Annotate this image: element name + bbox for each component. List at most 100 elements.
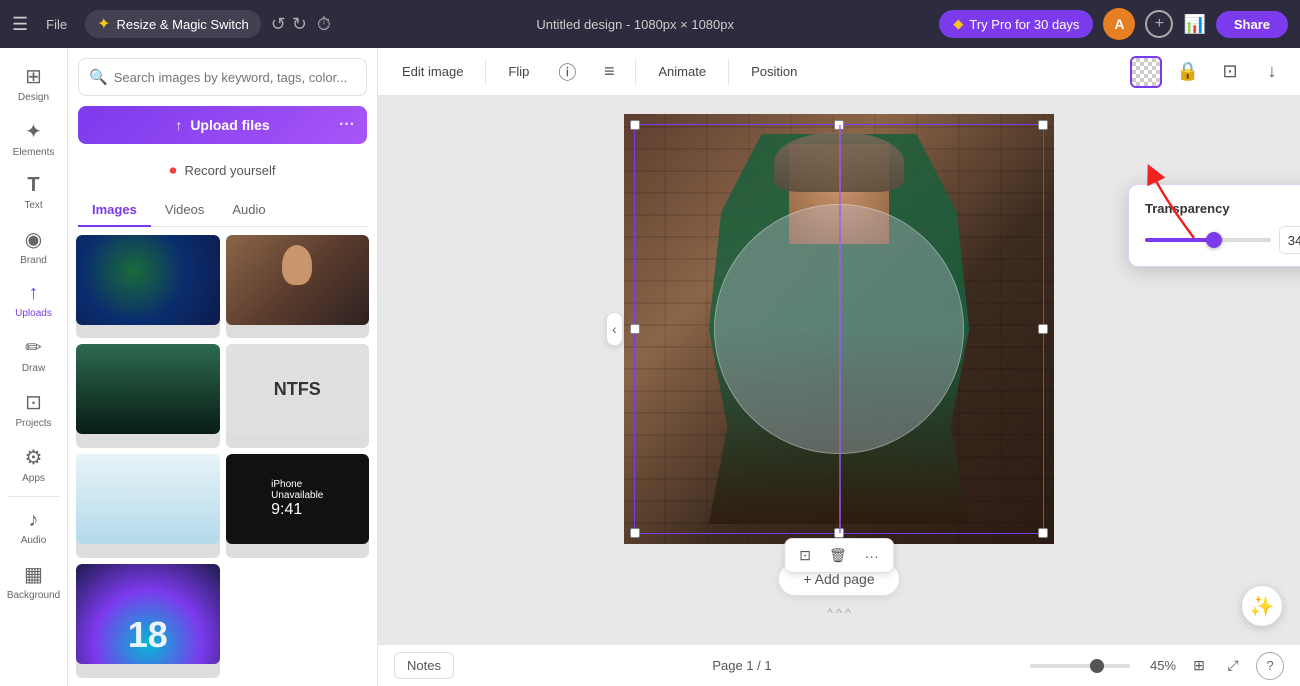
sidebar-item-text[interactable]: T Text (0, 166, 67, 219)
mini-toolbar: ⊡ 🗑 ··· (784, 538, 894, 573)
sidebar-item-uploads[interactable]: ↑ Uploads (0, 274, 67, 327)
animate-label: Animate (658, 64, 706, 79)
expand-view-button[interactable]: ⤢ (1218, 653, 1248, 679)
tab-audio[interactable]: Audio (218, 194, 279, 227)
handle-bottom-left[interactable] (630, 528, 640, 538)
zoom-slider[interactable] (1030, 664, 1130, 668)
record-yourself-button[interactable]: ⏺ Record yourself (68, 152, 377, 188)
copy-button[interactable]: ⊡ (1214, 56, 1246, 88)
elements-icon: ✦ (25, 119, 42, 144)
more-options-button[interactable]: ≡ (593, 56, 625, 88)
list-item[interactable]: iPhoneUnavailable9:41 (226, 454, 370, 558)
sidebar-item-audio[interactable]: ♪ Audio (0, 501, 67, 554)
undo-icon[interactable]: ↺ (271, 14, 286, 35)
sidebar-item-background[interactable]: ▦ Background (0, 554, 67, 609)
list-item[interactable] (76, 344, 220, 448)
upload-icon: ↑ (175, 117, 182, 133)
sidebar-item-label-draw: Draw (22, 363, 45, 374)
info-icon: ⓘ (558, 59, 576, 85)
handle-middle-left[interactable] (630, 324, 640, 334)
file-menu[interactable]: File (38, 13, 75, 36)
background-icon: ▦ (24, 562, 43, 587)
animate-button[interactable]: Animate (646, 59, 718, 84)
search-icon: 🔍 (89, 68, 108, 86)
transparency-slider[interactable] (1145, 238, 1271, 242)
timer-icon[interactable]: ⏱ (317, 14, 331, 35)
transparency-value[interactable]: 34 (1279, 226, 1300, 254)
tab-videos[interactable]: Videos (151, 194, 219, 227)
sidebar-item-label-background: Background (7, 590, 60, 601)
media-tabs: Images Videos Audio (78, 194, 367, 227)
list-item[interactable] (226, 235, 370, 339)
sidebar-item-elements[interactable]: ✦ Elements (0, 111, 67, 166)
zoom-thumb[interactable] (1090, 659, 1104, 673)
search-input[interactable] (114, 70, 356, 85)
add-account-button[interactable]: + (1145, 10, 1173, 38)
page-info-text: Page 1 / 1 (712, 658, 771, 673)
sidebar-item-label-apps: Apps (22, 473, 45, 484)
handle-top-left[interactable] (630, 120, 640, 130)
canvas-toolbar: Edit image Flip ⓘ ≡ Animate Position (378, 48, 1300, 96)
transparency-slider-row: 34 (1145, 226, 1300, 254)
mini-copy-button[interactable]: ⊡ (793, 543, 817, 568)
sidebar-item-draw[interactable]: ✏ Draw (0, 327, 67, 382)
tab-images[interactable]: Images (78, 194, 151, 227)
upload-btn-area: ↑ Upload files ··· (78, 106, 367, 144)
handle-bottom-right[interactable] (1038, 528, 1048, 538)
uploads-icon: ↑ (29, 282, 39, 305)
canvas-frame[interactable]: ↻ ⊡ 🗑 ··· ‹ (624, 114, 1054, 544)
list-item[interactable]: 18 (76, 564, 220, 678)
selection-box: ↻ ⊡ 🗑 ··· (634, 124, 1044, 534)
notes-button[interactable]: Notes (394, 652, 454, 679)
magic-assist-button[interactable]: ✨ (1242, 586, 1282, 626)
flip-label: Flip (508, 64, 529, 79)
download-button[interactable]: ↓ (1256, 56, 1288, 88)
upload-more-icon[interactable]: ··· (339, 116, 355, 134)
handle-top-right[interactable] (1038, 120, 1048, 130)
help-button[interactable]: ? (1256, 652, 1284, 680)
upload-label: Upload files (190, 117, 269, 133)
topbar-left: ☰ File ✦ Resize & Magic Switch ↺ ↻ ⏱ (12, 10, 331, 38)
alignment-line-vertical (839, 125, 841, 533)
sidebar-item-brand[interactable]: ◉ Brand (0, 219, 67, 274)
sidebar-item-apps[interactable]: ⚙ Apps (0, 437, 67, 492)
edit-image-label: Edit image (402, 64, 463, 79)
canvas-area: Edit image Flip ⓘ ≡ Animate Position (378, 48, 1300, 686)
menu-icon[interactable]: ☰ (12, 14, 28, 35)
list-item[interactable] (76, 454, 220, 558)
position-button[interactable]: Position (739, 59, 809, 84)
toolbar-separator-3 (728, 60, 729, 84)
redo-icon[interactable]: ↻ (292, 14, 307, 35)
upload-files-button[interactable]: ↑ Upload files ··· (78, 106, 367, 144)
undo-redo-group: ↺ ↻ (271, 14, 307, 35)
show-pages-button[interactable]: ^ ^ ^ (821, 600, 857, 626)
add-page-label: + Add page (803, 571, 874, 587)
flip-button[interactable]: Flip (496, 59, 541, 84)
lock-button[interactable]: 🔒 (1172, 56, 1204, 88)
avatar[interactable]: A (1103, 8, 1135, 40)
transparency-popup-title: Transparency (1145, 201, 1300, 216)
share-button[interactable]: Share (1216, 11, 1288, 38)
list-item[interactable]: NTFS (226, 344, 370, 448)
transparency-button[interactable] (1130, 56, 1162, 88)
mini-more-button[interactable]: ··· (859, 544, 885, 568)
transparency-slider-thumb[interactable] (1206, 232, 1222, 248)
edit-image-button[interactable]: Edit image (390, 59, 475, 84)
try-pro-button[interactable]: ◆ Try Pro for 30 days (939, 10, 1093, 38)
list-item[interactable] (76, 235, 220, 339)
grid-view-button[interactable]: ⊞ (1184, 653, 1214, 679)
analytics-icon[interactable]: 📊 (1183, 14, 1205, 35)
handle-middle-right[interactable] (1038, 324, 1048, 334)
canvas-workspace[interactable]: Transparency 34 (378, 96, 1300, 644)
canvas-wrapper: ↻ ⊡ 🗑 ··· ‹ + Add page ^ ^ ^ (624, 96, 1054, 644)
magic-switch-button[interactable]: ✦ Resize & Magic Switch (85, 10, 261, 38)
record-icon: ⏺ (169, 162, 176, 179)
magic-star-icon: ✦ (97, 14, 110, 34)
info-button[interactable]: ⓘ (551, 56, 583, 88)
audio-icon: ♪ (29, 509, 39, 532)
mini-delete-button[interactable]: 🗑 (823, 543, 853, 568)
sidebar-item-design[interactable]: ⊞ Design (0, 56, 67, 111)
hide-panel-button[interactable]: ‹ (606, 312, 623, 346)
sidebar-item-projects[interactable]: ⊡ Projects (0, 382, 67, 437)
page-info: Page 1 / 1 (712, 658, 771, 673)
